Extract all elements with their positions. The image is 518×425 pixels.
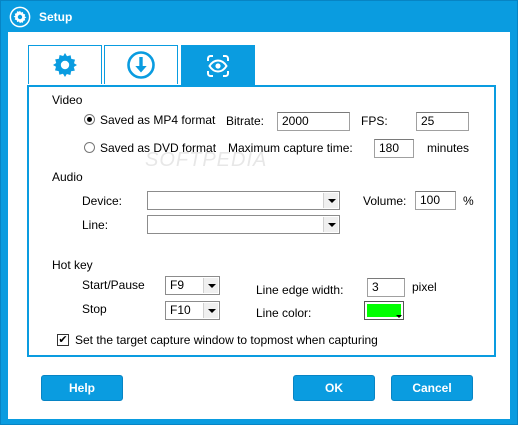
line-edge-input[interactable]: 3: [367, 278, 405, 297]
max-time-input[interactable]: 180: [374, 139, 414, 158]
download-icon: [127, 51, 155, 79]
chevron-down-icon[interactable]: [203, 278, 218, 293]
topmost-checkbox[interactable]: ✔: [57, 334, 69, 346]
title-bar[interactable]: Setup: [1, 1, 517, 32]
tab-capture[interactable]: [181, 45, 255, 85]
mp4-label[interactable]: Saved as MP4 format: [100, 113, 215, 127]
cancel-button[interactable]: Cancel: [391, 375, 473, 401]
start-pause-select[interactable]: F9: [165, 276, 220, 295]
dvd-label[interactable]: Saved as DVD format: [100, 141, 216, 155]
bitrate-label: Bitrate:: [226, 114, 265, 128]
stop-select[interactable]: F10: [165, 301, 220, 320]
dvd-radio[interactable]: [84, 142, 95, 153]
start-pause-value: F9: [170, 278, 185, 292]
device-select[interactable]: [147, 191, 340, 210]
volume-input[interactable]: 100: [415, 191, 456, 210]
gear-icon: [53, 53, 77, 77]
volume-label: Volume:: [363, 194, 407, 208]
client-area: SOFTPEDIA Video Saved as MP4 format Bitr…: [8, 32, 510, 419]
chevron-down-icon[interactable]: [203, 303, 218, 318]
topmost-label[interactable]: Set the target capture window to topmost…: [75, 333, 378, 347]
start-pause-label: Start/Pause: [82, 278, 145, 292]
setup-window: Setup SOFTPEDIA Video Saved as MP4 forma…: [0, 0, 518, 425]
video-heading: Video: [52, 93, 83, 107]
fps-label: FPS:: [361, 114, 388, 128]
stop-value: F10: [170, 303, 191, 317]
tab-download[interactable]: [104, 45, 178, 84]
stop-label: Stop: [82, 302, 107, 316]
hotkey-heading: Hot key: [52, 258, 93, 272]
tab-general[interactable]: [28, 45, 102, 84]
audio-heading: Audio: [52, 170, 83, 184]
line-color-label: Line color:: [256, 306, 312, 320]
window-title: Setup: [39, 10, 73, 24]
settings-panel: SOFTPEDIA Video Saved as MP4 format Bitr…: [27, 85, 496, 357]
pixel-label: pixel: [412, 280, 437, 294]
app-gear-icon: [9, 6, 31, 28]
mp4-radio[interactable]: [84, 114, 95, 125]
line-color-picker[interactable]: [364, 301, 404, 320]
fps-input[interactable]: 25: [416, 112, 469, 131]
bitrate-input[interactable]: 2000: [277, 112, 350, 131]
ok-button[interactable]: OK: [293, 375, 375, 401]
max-time-label: Maximum capture time:: [228, 141, 353, 155]
line-edge-label: Line edge width:: [256, 283, 344, 297]
chevron-down-icon[interactable]: [323, 217, 338, 232]
help-button[interactable]: Help: [41, 375, 123, 401]
chevron-down-icon: [396, 315, 402, 318]
eye-icon: [207, 54, 229, 77]
line-select[interactable]: [147, 215, 340, 234]
device-label: Device:: [82, 194, 123, 208]
minutes-label: minutes: [427, 141, 470, 155]
percent-label: %: [463, 194, 474, 208]
line-label: Line:: [82, 218, 109, 232]
chevron-down-icon[interactable]: [323, 193, 338, 208]
